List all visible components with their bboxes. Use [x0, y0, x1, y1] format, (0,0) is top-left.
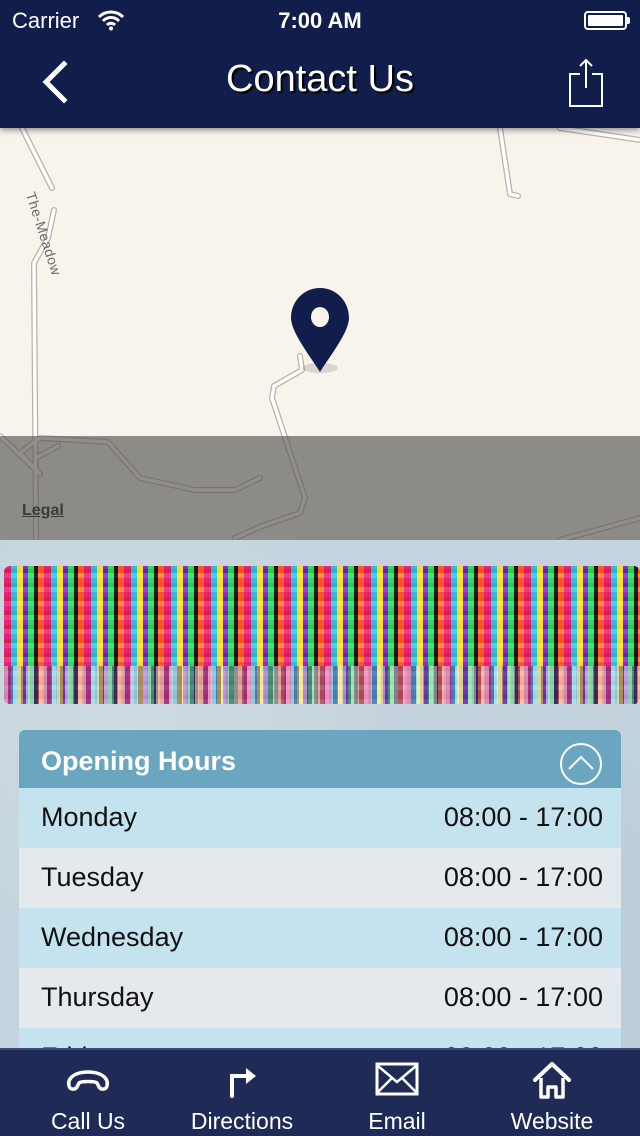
day-label: Tuesday [41, 862, 144, 892]
opening-hours-title: Opening Hours [41, 746, 236, 776]
hours-row: Wednesday 08:00 - 17:00 [19, 908, 621, 968]
envelope-icon [375, 1062, 419, 1096]
map-view[interactable]: The-Meadow Legal [0, 128, 640, 540]
hours-value: 08:00 - 17:00 [443, 862, 603, 892]
tab-label: Call Us [50, 1108, 126, 1134]
nav-bar: Contact Us [0, 40, 640, 128]
tab-label: Website [510, 1108, 594, 1134]
hours-row: Thursday 08:00 - 17:00 [19, 968, 621, 1028]
legal-link[interactable]: Legal [22, 502, 64, 520]
photo-banner [4, 566, 640, 704]
day-label: Wednesday [41, 922, 184, 952]
header: Carrier 7:00 AM Contact Us [0, 0, 640, 128]
chevron-up-circle-icon[interactable] [559, 742, 603, 786]
phone-icon [66, 1070, 110, 1091]
hours-row: Monday 08:00 - 17:00 [19, 788, 621, 848]
hours-row: Tuesday 08:00 - 17:00 [19, 848, 621, 908]
hours-value: 08:00 - 17:00 [443, 982, 603, 1012]
tab-directions[interactable]: Directions [162, 1050, 322, 1136]
tab-bar: Call Us Directions Email Website [0, 1048, 640, 1136]
day-label: Monday [41, 802, 138, 832]
opening-hours-card: Opening Hours Monday 08:00 - 17:00 Tuesd… [19, 730, 621, 1060]
tab-call-us[interactable]: Call Us [8, 1050, 168, 1136]
status-time: 7:00 AM [278, 8, 362, 33]
home-icon [533, 1062, 571, 1099]
tab-email[interactable]: Email [317, 1050, 477, 1136]
day-label: Thursday [41, 982, 154, 1012]
tab-label: Email [368, 1108, 426, 1134]
hours-value: 08:00 - 17:00 [443, 922, 603, 952]
tab-label: Directions [190, 1108, 294, 1134]
page-title: Contact Us [226, 58, 414, 100]
turn-right-arrow-icon [230, 1068, 256, 1098]
opening-hours-header[interactable]: Opening Hours [19, 730, 621, 788]
map-dim-overlay [0, 436, 640, 540]
status-bar: Carrier 7:00 AM [0, 0, 640, 40]
battery-icon [584, 11, 630, 30]
share-button[interactable] [568, 58, 604, 108]
hours-value: 08:00 - 17:00 [443, 802, 603, 832]
map-pin-icon[interactable] [290, 286, 350, 376]
tab-website[interactable]: Website [472, 1050, 632, 1136]
